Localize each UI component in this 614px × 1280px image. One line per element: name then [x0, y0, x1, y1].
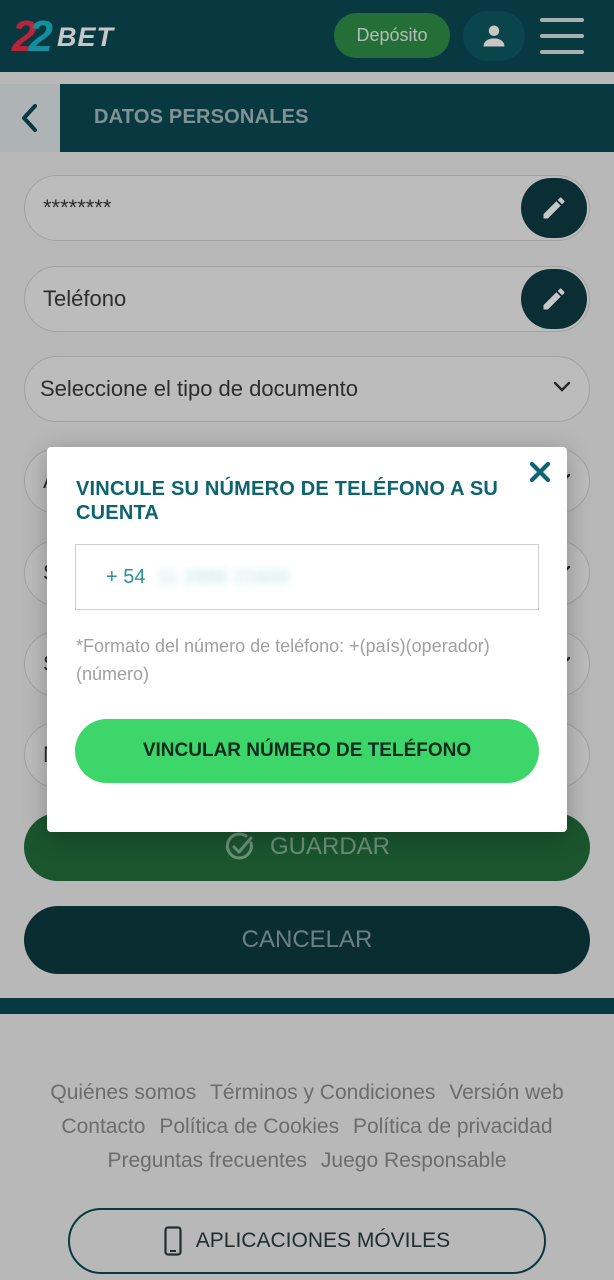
link-phone-modal: VINCULE SU NÚMERO DE TELÉFONO A SU CUENT…	[47, 447, 567, 832]
phone-number-input[interactable]: + 54 11 2986 21609	[75, 544, 539, 610]
link-phone-button[interactable]: VINCULAR NÚMERO DE TELÉFONO	[75, 719, 539, 783]
modal-title: VINCULE SU NÚMERO DE TELÉFONO A SU CUENT…	[76, 478, 499, 524]
country-code: + 54	[106, 565, 146, 588]
phone-format-hint: *Formato del número de teléfono: +(país)…	[76, 636, 490, 684]
close-icon[interactable]	[527, 459, 553, 485]
phone-number-value: 11 2986 21609	[157, 566, 290, 587]
